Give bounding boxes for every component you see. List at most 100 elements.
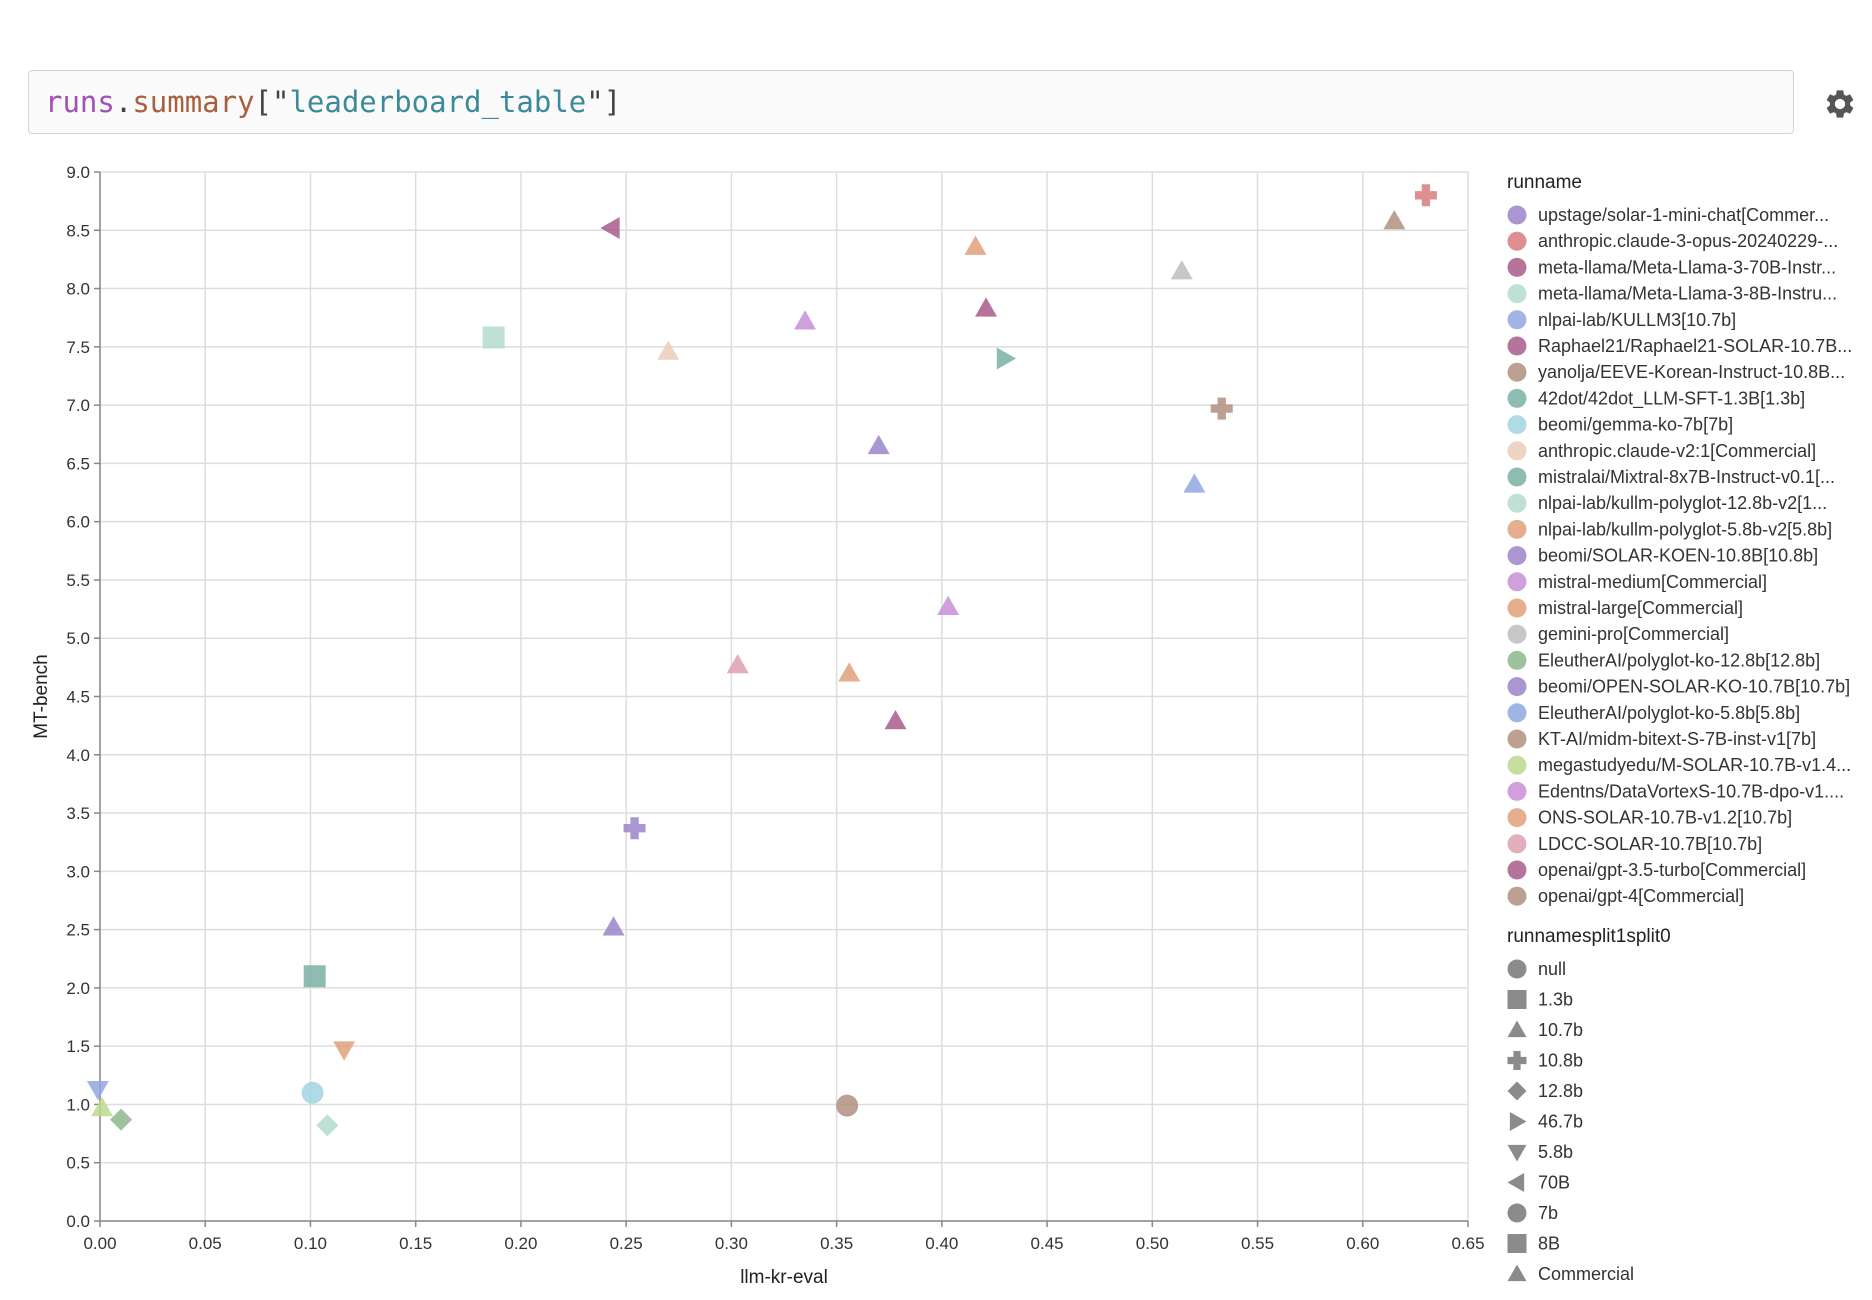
legend-swatch[interactable]	[1507, 703, 1527, 723]
data-point[interactable]: mistralai/Mixtral-8x7B-Instruct-v0.1[...	[996, 347, 1016, 370]
data-point[interactable]: Edentns/DataVortexS-10.7B-dpo-v1....	[937, 595, 960, 616]
legend-swatch[interactable]	[1507, 310, 1527, 330]
shape-legend-label[interactable]: 8B	[1538, 1234, 1560, 1254]
data-point[interactable]: KT-AI/midm-bitext-S-7B-inst-v1[7b]	[836, 1094, 859, 1117]
legend-swatch[interactable]	[1507, 205, 1527, 225]
shape-legend-label[interactable]: 5.8b	[1538, 1142, 1573, 1162]
shape-legend-label[interactable]: 70B	[1538, 1173, 1570, 1193]
legend-shape[interactable]	[1507, 959, 1527, 979]
legend-swatch[interactable]	[1507, 677, 1527, 697]
data-point[interactable]: megastudyedu/M-SOLAR-10.7B-v1.4...	[91, 1096, 114, 1117]
data-point[interactable]: upstage/solar-1-mini-chat[Commer...	[867, 434, 890, 455]
legend-label[interactable]: KT-AI/midm-bitext-S-7B-inst-v1[7b]	[1538, 729, 1816, 749]
legend-label[interactable]: nlpai-lab/kullm-polyglot-12.8b-v2[1...	[1538, 493, 1827, 513]
legend-swatch[interactable]	[1507, 388, 1527, 408]
legend-label[interactable]: LDCC-SOLAR-10.7B[10.7b]	[1538, 834, 1762, 854]
legend-swatch[interactable]	[1507, 886, 1527, 906]
legend-shape[interactable]	[1509, 1112, 1527, 1131]
data-point[interactable]: LDCC-SOLAR-10.7B[10.7b]	[726, 654, 749, 674]
legend-shape[interactable]	[1507, 1144, 1527, 1162]
legend-shape[interactable]	[1507, 1051, 1527, 1070]
shape-legend-label[interactable]: 46.7b	[1538, 1112, 1583, 1132]
legend-swatch[interactable]	[1507, 415, 1527, 435]
legend-label[interactable]: openai/gpt-3.5-turbo[Commercial]	[1538, 860, 1806, 880]
data-point[interactable]: ONS-SOLAR-10.7B-v1.2[10.7b]	[838, 662, 861, 682]
legend-swatch[interactable]	[1507, 336, 1527, 356]
legend-label[interactable]: nlpai-lab/kullm-polyglot-5.8b-v2[5.8b]	[1538, 519, 1832, 539]
legend-label[interactable]: gemini-pro[Commercial]	[1538, 624, 1729, 644]
legend-shape[interactable]	[1507, 1234, 1527, 1253]
legend-swatch[interactable]	[1507, 598, 1527, 618]
legend-swatch[interactable]	[1507, 834, 1527, 854]
legend-label[interactable]: yanolja/EEVE-Korean-Instruct-10.8B...	[1538, 362, 1845, 382]
shape-legend-label[interactable]: 1.3b	[1538, 990, 1573, 1010]
shape-legend-label[interactable]: Commercial	[1538, 1264, 1634, 1284]
data-point[interactable]: nlpai-lab/kullm-polyglot-12.8b-v2[1...	[316, 1114, 339, 1137]
data-point[interactable]: beomi/gemma-ko-7b[7b]	[301, 1081, 324, 1104]
data-point[interactable]: openai/gpt-4[Commercial]	[1383, 209, 1406, 230]
legend-label[interactable]: anthropic.claude-3-opus-20240229-...	[1538, 231, 1838, 251]
data-point[interactable]: nlpai-lab/kullm-polyglot-5.8b-v2[5.8b]	[333, 1041, 356, 1061]
legend-swatch[interactable]	[1507, 362, 1527, 382]
legend-swatch[interactable]	[1507, 493, 1527, 513]
legend-label[interactable]: openai/gpt-4[Commercial]	[1538, 886, 1744, 906]
legend-swatch[interactable]	[1507, 729, 1527, 749]
legend-shape[interactable]	[1507, 1020, 1527, 1038]
data-point[interactable]: gemini-pro[Commercial]	[1170, 260, 1193, 280]
legend-label[interactable]: EleutherAI/polyglot-ko-5.8b[5.8b]	[1538, 703, 1800, 723]
data-point[interactable]: meta-llama/Meta-Llama-3-8B-Instru...	[482, 326, 505, 349]
legend-swatch[interactable]	[1507, 755, 1527, 775]
legend-label[interactable]: nlpai-lab/KULLM3[10.7b]	[1538, 310, 1736, 330]
legend-label[interactable]: anthropic.claude-v2:1[Commercial]	[1538, 441, 1816, 461]
legend-label[interactable]: EleutherAI/polyglot-ko-12.8b[12.8b]	[1538, 650, 1820, 670]
legend-swatch[interactable]	[1507, 808, 1527, 828]
data-point[interactable]: Raphael21/Raphael21-SOLAR-10.7B...	[884, 709, 907, 730]
legend-label[interactable]: upstage/solar-1-mini-chat[Commer...	[1538, 205, 1829, 225]
legend-label[interactable]: mistralai/Mixtral-8x7B-Instruct-v0.1[...	[1538, 467, 1835, 487]
shape-legend-label[interactable]: 10.8b	[1538, 1051, 1583, 1071]
legend-label[interactable]: mistral-medium[Commercial]	[1538, 572, 1767, 592]
data-point[interactable]: mistral-medium[Commercial]	[794, 310, 817, 330]
legend-swatch[interactable]	[1507, 546, 1527, 566]
data-point[interactable]: nlpai-lab/KULLM3[10.7b]	[1183, 473, 1206, 493]
query-input[interactable]: runs. summary [" leaderboard_table "]	[28, 70, 1794, 134]
legend-swatch[interactable]	[1507, 860, 1527, 880]
legend-label[interactable]: megastudyedu/M-SOLAR-10.7B-v1.4...	[1538, 755, 1851, 775]
data-point[interactable]: anthropic.claude-3-opus-20240229-...	[1414, 184, 1437, 207]
legend-shape[interactable]	[1507, 1264, 1527, 1282]
legend-label[interactable]: Raphael21/Raphael21-SOLAR-10.7B...	[1538, 336, 1852, 356]
data-point[interactable]: openai/gpt-3.5-turbo[Commercial]	[975, 297, 998, 317]
legend-swatch[interactable]	[1507, 650, 1527, 670]
data-point[interactable]: 42dot/42dot_LLM-SFT-1.3B[1.3b]	[303, 965, 326, 988]
legend-label[interactable]: beomi/SOLAR-KOEN-10.8B[10.8b]	[1538, 546, 1818, 566]
legend-label[interactable]: meta-llama/Meta-Llama-3-70B-Instr...	[1538, 257, 1836, 277]
legend-label[interactable]: 42dot/42dot_LLM-SFT-1.3B[1.3b]	[1538, 388, 1805, 409]
data-point[interactable]: EleutherAI/polyglot-ko-5.8b[5.8b]	[86, 1081, 109, 1101]
legend-swatch[interactable]	[1507, 467, 1527, 487]
shape-legend-label[interactable]: 10.7b	[1538, 1020, 1583, 1040]
legend-swatch[interactable]	[1507, 257, 1527, 277]
legend-label[interactable]: beomi/gemma-ko-7b[7b]	[1538, 415, 1733, 435]
legend-swatch[interactable]	[1507, 572, 1527, 592]
legend-shape[interactable]	[1507, 1081, 1527, 1101]
legend-shape[interactable]	[1507, 1173, 1525, 1192]
data-point[interactable]: EleutherAI/polyglot-ko-12.8b[12.8b]	[110, 1108, 133, 1131]
legend-swatch[interactable]	[1507, 624, 1527, 644]
legend-shape[interactable]	[1507, 1203, 1527, 1223]
legend-swatch[interactable]	[1507, 441, 1527, 461]
legend-shape[interactable]	[1507, 990, 1527, 1009]
data-point[interactable]: beomi/OPEN-SOLAR-KO-10.7B[10.7b]	[602, 916, 625, 936]
shape-legend-label[interactable]: 12.8b	[1538, 1081, 1583, 1101]
legend-label[interactable]: mistral-large[Commercial]	[1538, 598, 1743, 618]
shape-legend-label[interactable]: 7b	[1538, 1203, 1558, 1223]
data-point[interactable]: anthropic.claude-v2:1[Commercial]	[657, 340, 680, 360]
legend-swatch[interactable]	[1507, 781, 1527, 801]
shape-legend-label[interactable]: null	[1538, 959, 1566, 979]
legend-swatch[interactable]	[1507, 284, 1527, 304]
data-point[interactable]: mistral-large[Commercial]	[964, 235, 987, 255]
data-point[interactable]: meta-llama/Meta-Llama-3-70B-Instr...	[600, 216, 620, 239]
settings-button[interactable]	[1820, 84, 1860, 124]
legend-label[interactable]: beomi/OPEN-SOLAR-KO-10.7B[10.7b]	[1538, 677, 1850, 697]
legend-label[interactable]: ONS-SOLAR-10.7B-v1.2[10.7b]	[1538, 808, 1792, 828]
legend-label[interactable]: meta-llama/Meta-Llama-3-8B-Instru...	[1538, 284, 1837, 304]
